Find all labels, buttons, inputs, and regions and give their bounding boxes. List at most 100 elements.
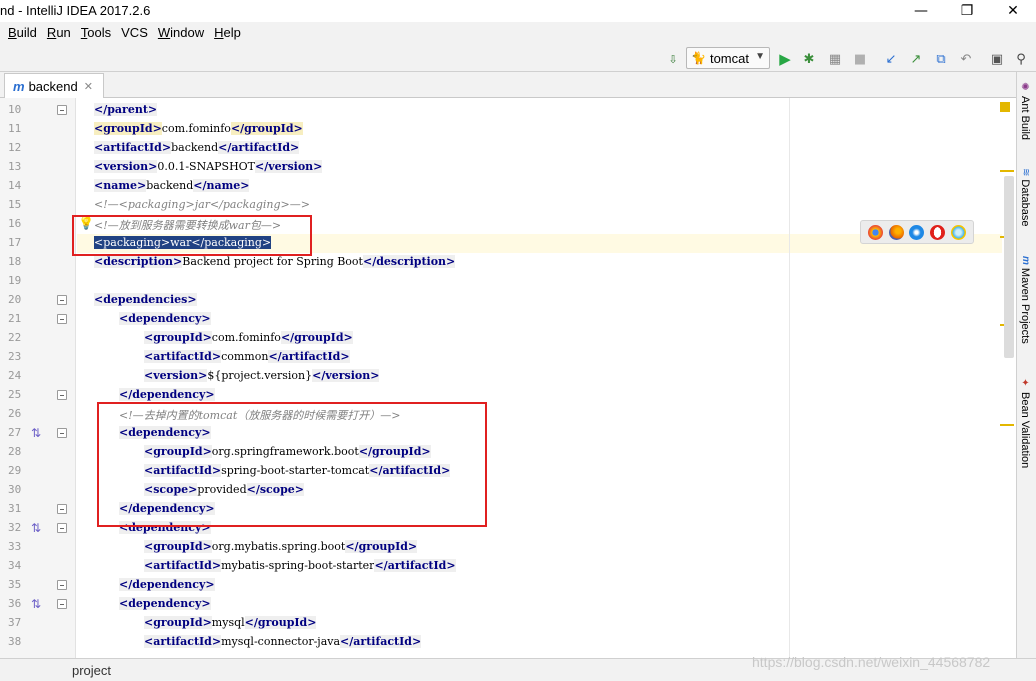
firefox-icon[interactable]	[888, 224, 904, 240]
xml-tag: <dependency>	[119, 312, 211, 325]
line-number: 27	[8, 426, 22, 439]
search-everywhere-icon[interactable]: ⚲	[1012, 50, 1030, 68]
editor-scrollbar-thumb[interactable]	[1004, 176, 1014, 358]
overridden-dependency-icon[interactable]: ⇅	[31, 426, 41, 440]
debug-icon[interactable]: ✱	[800, 50, 818, 68]
line-number: 22	[8, 331, 22, 344]
line-number: 29	[8, 464, 22, 477]
fold-marker-icon[interactable]	[57, 504, 67, 514]
line-number: 34	[8, 559, 22, 572]
xml-value: backend	[171, 141, 219, 154]
safari-icon[interactable]	[909, 224, 925, 240]
stop-icon[interactable]: ■	[851, 50, 869, 68]
code-line[interactable]: 13 <version>0.0.1-SNAPSHOT</version>	[0, 158, 1000, 177]
menu-run[interactable]: Run	[43, 25, 75, 40]
code-line[interactable]: 15 <!—<packaging>jar</packaging>—>	[0, 196, 1000, 215]
code-line[interactable]: 33 <groupId>org.mybatis.spring.boot</grou…	[0, 538, 1000, 557]
code-line[interactable]: 34 <artifactId>mybatis-spring-boot-starte…	[0, 557, 1000, 576]
code-line[interactable]: 22 <groupId>com.fominfo</groupId>	[0, 329, 1000, 348]
code-editor[interactable]: 10 </parent> 11 <groupId>com.fominfo</group…	[0, 98, 1016, 658]
menu-help[interactable]: Help	[210, 25, 245, 40]
browser-preview-bar	[860, 220, 974, 244]
line-number: 14	[8, 179, 22, 192]
tab-backend[interactable]: m backend ✕	[4, 73, 104, 98]
vcs-update-icon[interactable]: ↙	[882, 50, 900, 68]
minimize-button[interactable]: —	[898, 0, 944, 22]
chrome-icon[interactable]	[867, 224, 883, 240]
run-configuration-selector[interactable]: 🐈 tomcat ▼	[686, 47, 770, 69]
code-line[interactable]: 20 <dependencies>	[0, 291, 1000, 310]
code-text: <dependency>	[119, 312, 211, 325]
menu-window[interactable]: Window	[154, 25, 208, 40]
ie-icon[interactable]	[951, 224, 967, 240]
tool-bean-validation[interactable]: ✦Bean Validation	[1019, 378, 1031, 468]
code-line[interactable]: 36 ⇅ <dependency>	[0, 595, 1000, 614]
close-window-button[interactable]: ✕	[990, 0, 1036, 22]
xml-tag: <groupId>	[144, 540, 212, 553]
fold-marker-icon[interactable]	[57, 314, 67, 324]
fold-marker-icon[interactable]	[57, 599, 67, 609]
tomcat-icon: 🐈	[691, 51, 706, 65]
code-line[interactable]: 11 <groupId>com.fominfo</groupId>	[0, 120, 1000, 139]
bean-icon: ✦	[1020, 378, 1031, 389]
code-text: <artifactId>backend</artifactId>	[94, 141, 300, 154]
line-number: 19	[8, 274, 22, 287]
code-line[interactable]: 23 <artifactId>common</artifactId>	[0, 348, 1000, 367]
fold-marker-icon[interactable]	[57, 295, 67, 305]
menu-tools[interactable]: Tools	[77, 25, 115, 40]
revert-icon[interactable]: ↶	[957, 50, 975, 68]
code-line[interactable]: 38 <artifactId>mysql-connector-java</arti…	[0, 633, 1000, 652]
xml-tag: <artifactId>	[144, 635, 222, 648]
xml-tag: </groupId>	[244, 616, 317, 629]
fold-marker-icon[interactable]	[57, 428, 67, 438]
fold-marker-icon[interactable]	[57, 580, 67, 590]
coverage-icon[interactable]: ▦	[826, 50, 844, 68]
code-line[interactable]: 19	[0, 272, 1000, 291]
run-icon[interactable]: ▶	[776, 50, 794, 68]
line-number: 10	[8, 103, 22, 116]
code-line[interactable]: 24 <version>${project.version}</version>	[0, 367, 1000, 386]
project-tool-button[interactable]: project	[72, 663, 111, 678]
vcs-commit-icon[interactable]: ↗	[907, 50, 925, 68]
xml-value: common	[221, 350, 269, 363]
code-line[interactable]: 21 <dependency>	[0, 310, 1000, 329]
menu-vcs[interactable]: VCS	[117, 25, 152, 40]
menu-build[interactable]: Build	[4, 25, 41, 40]
fold-marker-icon[interactable]	[57, 105, 67, 115]
code-line[interactable]: 35 </dependency>	[0, 576, 1000, 595]
tool-database[interactable]: ≋Database	[1019, 168, 1031, 226]
annotation-box-packaging	[72, 215, 312, 256]
project-structure-icon[interactable]: ▣	[988, 50, 1006, 68]
opera-icon[interactable]	[930, 224, 946, 240]
xml-tag: </artifactId>	[374, 559, 456, 572]
xml-tag: </parent>	[94, 103, 158, 116]
code-line[interactable]: 14 <name>backend</name>	[0, 177, 1000, 196]
fold-marker-icon[interactable]	[57, 523, 67, 533]
error-stripe-mark[interactable]	[1000, 424, 1014, 426]
maximize-button[interactable]: ❐	[944, 0, 990, 22]
build-icon[interactable]: ⇩	[664, 50, 682, 68]
tool-maven-projects[interactable]: mMaven Projects	[1019, 256, 1031, 344]
fold-marker-icon[interactable]	[57, 390, 67, 400]
xml-tag: </artifactId>	[268, 350, 350, 363]
xml-tag: <dependencies>	[94, 293, 197, 306]
line-number: 36	[8, 597, 22, 610]
xml-tag: </dependency>	[119, 388, 215, 401]
xml-tag: <dependency>	[119, 597, 211, 610]
code-text: </dependency>	[119, 388, 215, 401]
tool-ant-build[interactable]: ✺Ant Build	[1019, 82, 1031, 140]
code-line[interactable]: 10 </parent>	[0, 101, 1000, 120]
code-line[interactable]: 12 <artifactId>backend</artifactId>	[0, 139, 1000, 158]
xml-value: mysql-connector-java	[221, 635, 341, 648]
line-number: 11	[8, 122, 22, 135]
code-line[interactable]: 37 <groupId>mysql</groupId>	[0, 614, 1000, 633]
error-stripe-mark[interactable]	[1000, 170, 1014, 172]
overridden-dependency-icon[interactable]: ⇅	[31, 521, 41, 535]
xml-value: mysql	[211, 616, 245, 629]
code-text: <dependency>	[119, 597, 211, 610]
vcs-compare-icon[interactable]: ⧉	[932, 50, 950, 68]
overridden-dependency-icon[interactable]: ⇅	[31, 597, 41, 611]
close-tab-icon[interactable]: ✕	[84, 80, 93, 93]
tab-label: backend	[28, 78, 78, 94]
inspection-status-indicator[interactable]	[1000, 102, 1010, 112]
